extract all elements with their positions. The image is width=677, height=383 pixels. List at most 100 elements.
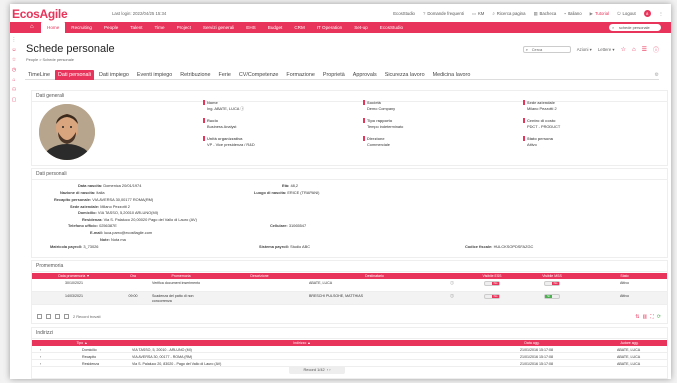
table-row[interactable]: 14/03/2021 09:00 Scadenza del patto di non… — [32, 292, 667, 305]
table-row[interactable]: › Residenza Via S. Palaluco 20, 83020 - Pa… — [32, 360, 667, 367]
app-logo[interactable]: EcosAgile — [12, 7, 68, 21]
pager[interactable]: Record 1/42 ‹ › — [289, 366, 345, 374]
personal-field-2: Recapito personale: VIA AVERSA 30,00177 … — [54, 197, 154, 202]
tab-5[interactable]: Ferie — [216, 70, 234, 80]
home-rail-icon[interactable]: ⌂ — [10, 77, 18, 83]
expand-chevron-icon[interactable]: › — [40, 362, 41, 366]
more-vertical-icon[interactable]: ⋮ — [659, 11, 663, 17]
export-icon[interactable] — [37, 314, 42, 319]
expand-chevron-icon[interactable]: › — [40, 348, 41, 352]
sort-icon[interactable]: ⇅ — [635, 314, 639, 320]
notification-badge[interactable]: 8 — [643, 10, 651, 17]
excel-icon[interactable] — [64, 314, 69, 319]
info-icon[interactable]: ⓘ — [240, 106, 244, 111]
tab-1[interactable]: Dati personali — [54, 70, 94, 80]
expand-icon[interactable]: ⛶ — [650, 314, 654, 320]
print-icon[interactable] — [55, 314, 60, 319]
field-centro-costo: Centro di costo PDCT - PRODUCT — [523, 118, 560, 129]
pdf-icon[interactable] — [46, 314, 51, 319]
tab-9[interactable]: Approvals — [350, 70, 380, 80]
top-links: EcosStudio ? Domande frequenti ▭ KM ⌕ Ricer… — [393, 10, 663, 17]
personal-field-9: Matricola payroll: 3_73026 — [50, 244, 99, 249]
columns-icon[interactable]: ▥ — [643, 314, 648, 320]
top-link-tutorial[interactable]: ▶ Tutorial — [590, 11, 609, 17]
settings-icon[interactable]: ⚙ — [655, 72, 659, 78]
nav-item-0[interactable]: Home — [41, 22, 66, 33]
search-icon: ⌕ — [492, 11, 495, 16]
tab-2[interactable]: Dati impiego — [96, 70, 132, 80]
book-icon: ▭ — [471, 10, 476, 16]
section-dati-generali: Dati generali Nome Ing. ABATE, LUCA ⓘ So… — [31, 90, 668, 166]
mss-toggle[interactable]: Si — [544, 294, 560, 299]
table-cell: 30/10/2021 — [65, 281, 83, 285]
top-link-faq[interactable]: ? Domande frequenti — [423, 11, 464, 16]
nav-item-5[interactable]: Project — [171, 22, 197, 33]
section-title: Indirizzi — [32, 328, 667, 339]
refresh-icon[interactable]: ⟳ — [657, 314, 661, 320]
lettere-menu[interactable]: Lettere ▾ — [598, 47, 615, 53]
nav-item-7[interactable]: EHS — [240, 22, 261, 33]
table-cell: Si — [522, 292, 582, 304]
top-link-ecosstudio[interactable]: EcosStudio — [393, 11, 415, 16]
people-icon[interactable]: ⚇ — [10, 87, 18, 93]
nav-item-10[interactable]: IT Operation — [311, 22, 348, 33]
table-cell: Verifica document inserimento — [152, 281, 201, 285]
field-tipo-rapporto: Tipo rapporto Tempo indeterminato — [363, 118, 403, 129]
tab-7[interactable]: Formazione — [283, 70, 317, 80]
page-search-input[interactable]: ⌕ Cerca — [522, 46, 571, 53]
tab-bar: TimeLine Dati personali Dati impiego Eventi… — [25, 70, 659, 80]
section-dati-personali: Dati personali Data nascita: Domenica 20… — [31, 168, 668, 258]
tab-4[interactable]: Retribuzione — [177, 70, 213, 80]
help-circle-icon[interactable]: ⓘ — [653, 45, 659, 54]
table-row[interactable]: › Recapito VIA AVERSA 30, 00177 - ROMA (RM… — [32, 353, 667, 360]
table-cell: No — [522, 279, 582, 291]
ess-toggle[interactable]: No — [484, 294, 500, 299]
table-row[interactable]: 30/10/2021 Verifica document inserimento A… — [32, 279, 667, 292]
nav-item-1[interactable]: Recruiting — [65, 22, 98, 33]
nav-item-9[interactable]: CRM — [288, 22, 310, 33]
nav-item-6[interactable]: Servizi generali — [197, 22, 240, 33]
mss-toggle[interactable]: No — [544, 281, 560, 286]
tab-6[interactable]: CV/Competenze — [236, 70, 282, 80]
field-luogo-nascita: Luogo di nascita: ERICE (TRAPANI) — [254, 190, 320, 195]
box-icon[interactable]: ▢ — [10, 97, 18, 103]
home-icon[interactable]: ⌂ — [30, 24, 34, 30]
nav-item-2[interactable]: People — [98, 22, 124, 33]
user-icon[interactable]: ☺ — [10, 47, 18, 53]
list-icon[interactable]: ☰ — [642, 46, 647, 53]
star-icon[interactable]: ☆ — [10, 57, 18, 63]
top-link-bacheca[interactable]: ▦ Bacheca — [533, 11, 556, 17]
info-icon[interactable]: ⓘ — [450, 281, 454, 285]
tab-10[interactable]: Sicurezza lavoro — [382, 70, 428, 80]
info-icon[interactable]: ⓘ — [450, 294, 454, 298]
field-codice-fiscale: Codice fiscale: HULCKSOPDSFAZGC — [465, 244, 534, 249]
nav-item-12[interactable]: EcosStudio — [374, 22, 409, 33]
table-row[interactable]: › Domicilio VIA TASSO, 5, 20010 - ARLUNO (… — [32, 346, 667, 353]
section-promemoria: Promemoria Data promemoria ▼ Ora Promemori… — [31, 260, 668, 324]
breadcrumb[interactable]: People > Schede personale — [26, 57, 74, 62]
clock-icon[interactable]: ◷ — [10, 67, 18, 73]
field-direzione: Direzione Commerciale — [363, 136, 390, 147]
top-link-ricerca[interactable]: ⌕ Ricerca pagina — [492, 11, 525, 16]
tab-11[interactable]: Medicina lavoro — [430, 70, 474, 80]
nav-item-3[interactable]: Talent — [124, 22, 148, 33]
personal-field-7: E-mail: luca.parro@ecosflagile.com — [90, 230, 153, 235]
nav-item-11[interactable]: Set-up — [348, 22, 374, 33]
hamburger-icon[interactable]: ⋮ — [10, 37, 18, 43]
tab-3[interactable]: Eventi impiego — [134, 70, 175, 80]
top-link-lingua[interactable]: ▪ Italiano — [564, 11, 581, 16]
tab-0[interactable]: TimeLine — [25, 70, 53, 80]
top-link-logout[interactable]: ⏻ Logout — [617, 11, 636, 16]
personal-field-4: Domicilio: VIA TASSO, 5,20010 ARLUNO(MI) — [78, 210, 159, 215]
expand-chevron-icon[interactable]: › — [40, 355, 41, 359]
nav-search[interactable]: ⌕ schede personale — [609, 24, 661, 31]
tab-8[interactable]: Proprietà — [320, 70, 348, 80]
nav-item-4[interactable]: Time — [149, 22, 171, 33]
top-link-km[interactable]: ▭ KM — [472, 11, 485, 17]
home-shortcut-icon[interactable]: ⌂ — [632, 47, 636, 53]
nav-item-8[interactable]: Budget — [262, 22, 289, 33]
azioni-menu[interactable]: Azioni ▾ — [577, 47, 592, 53]
section-title: Dati generali — [32, 91, 667, 102]
ess-toggle[interactable]: No — [484, 281, 500, 286]
favorite-star-icon[interactable]: ☆ — [621, 46, 626, 53]
